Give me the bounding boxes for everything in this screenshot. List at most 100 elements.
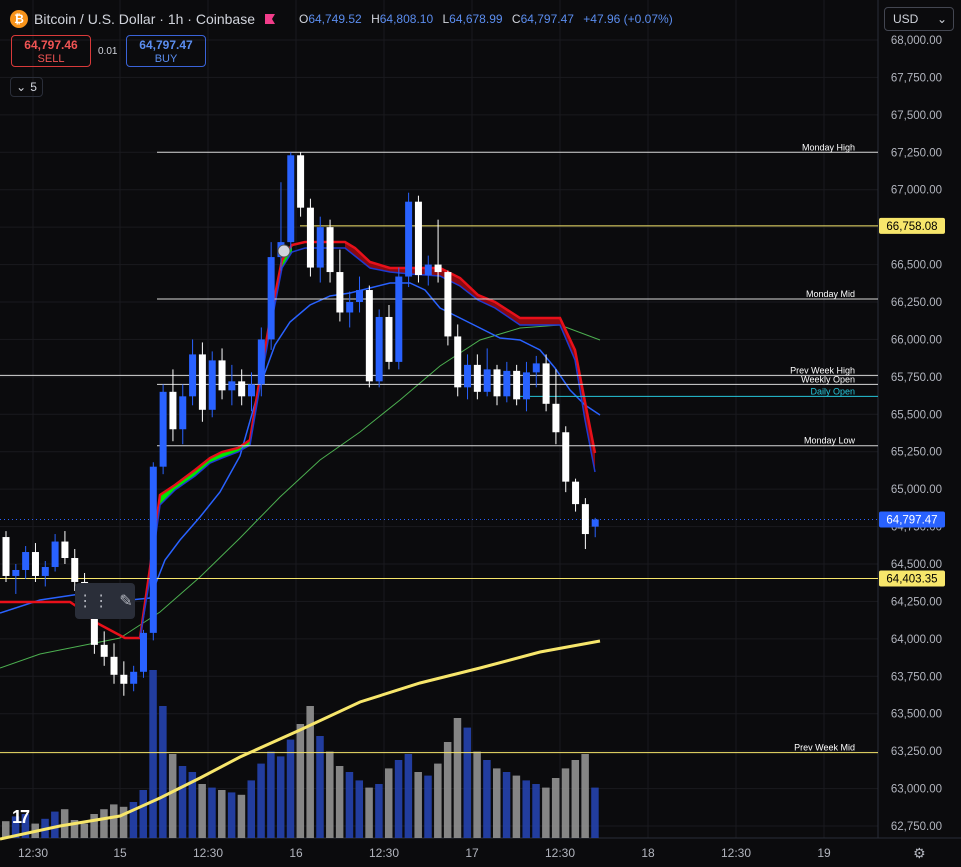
volume-bar bbox=[218, 790, 226, 838]
candle-body bbox=[375, 316, 383, 382]
candle-body bbox=[248, 384, 255, 397]
volume-bar bbox=[493, 768, 501, 838]
volume-bar bbox=[414, 772, 422, 838]
volume-bar bbox=[335, 766, 344, 838]
candle-body bbox=[444, 272, 452, 337]
volume-bar bbox=[463, 727, 472, 838]
candle-body bbox=[385, 316, 393, 362]
candle-body bbox=[22, 552, 30, 570]
level-label: Weekly Open bbox=[801, 374, 855, 384]
price-tick: 63,750.00 bbox=[891, 671, 942, 683]
price-tick: 62,750.00 bbox=[891, 821, 942, 833]
volume-bar bbox=[551, 778, 560, 838]
volume-bar bbox=[434, 763, 442, 838]
volume-bar bbox=[365, 787, 373, 838]
price-tick: 68,000.00 bbox=[891, 35, 942, 47]
volume-bar bbox=[581, 754, 589, 838]
price-tick: 63,500.00 bbox=[891, 709, 942, 721]
candle-body bbox=[552, 403, 560, 433]
currency-select[interactable]: USD ⌄ bbox=[884, 7, 954, 31]
indicators-toggle[interactable]: ⌄ 5 bbox=[10, 77, 43, 97]
candle-body bbox=[257, 339, 265, 385]
price-tick: 63,000.00 bbox=[891, 784, 942, 796]
price-chart[interactable]: Monday HighMonday MidPrev Week HighWeekl… bbox=[0, 0, 961, 867]
drag-handle-icon[interactable]: ⋮⋮ bbox=[77, 591, 109, 611]
volume-bar bbox=[90, 814, 98, 838]
candle-body bbox=[31, 552, 39, 576]
volume-bar bbox=[345, 772, 354, 838]
candle-body bbox=[130, 671, 138, 684]
candle-body bbox=[139, 632, 147, 672]
sell-button[interactable]: 64,797.46 SELL bbox=[11, 35, 91, 67]
alert-clock-icon bbox=[277, 244, 291, 258]
flag-icon[interactable] bbox=[264, 14, 275, 24]
volume-bar bbox=[159, 706, 167, 838]
level-price-label: 66,758.08 bbox=[886, 221, 937, 233]
price-tick: 64,500.00 bbox=[891, 559, 942, 571]
candle-body bbox=[572, 481, 580, 505]
time-tick: 18 bbox=[641, 846, 655, 860]
volume-bar bbox=[227, 792, 236, 838]
volume-bar bbox=[384, 768, 393, 838]
symbol-header[interactable]: ₿ Bitcoin / U.S. Dollar · 1h · Coinbase … bbox=[10, 9, 673, 29]
volume-bar bbox=[424, 775, 432, 838]
candle-body bbox=[424, 264, 432, 276]
time-tick: 15 bbox=[113, 846, 127, 860]
price-tick: 66,250.00 bbox=[891, 297, 942, 309]
brush-icon[interactable]: ✎ bbox=[119, 591, 132, 611]
candle-body bbox=[562, 432, 570, 482]
candle-body bbox=[522, 372, 530, 400]
candle-body bbox=[169, 391, 177, 430]
candle-body bbox=[267, 257, 275, 340]
volume-bar bbox=[168, 754, 177, 838]
candle-body bbox=[532, 363, 540, 373]
candle-body bbox=[110, 656, 118, 675]
volume-bar bbox=[453, 718, 462, 838]
price-tick: 64,000.00 bbox=[891, 634, 942, 646]
volume-bar bbox=[51, 811, 59, 838]
volume-bar bbox=[208, 787, 216, 838]
candle-body bbox=[228, 381, 236, 391]
candle-body bbox=[356, 290, 364, 302]
tradingview-logo-icon[interactable]: 17 bbox=[12, 807, 48, 829]
volume-bar bbox=[571, 760, 580, 838]
price-tick: 66,500.00 bbox=[891, 260, 942, 272]
chevron-down-icon: ⌄ bbox=[936, 12, 947, 26]
candle-body bbox=[365, 290, 373, 382]
symbol-title[interactable]: Bitcoin / U.S. Dollar · 1h · Coinbase bbox=[34, 11, 255, 27]
time-tick: 19 bbox=[817, 846, 831, 860]
candle-body bbox=[71, 558, 79, 582]
candle-body bbox=[306, 207, 314, 268]
buy-button[interactable]: 64,797.47 BUY bbox=[126, 35, 206, 67]
volume-bar bbox=[257, 763, 265, 838]
volume-bar bbox=[404, 754, 413, 838]
volume-bar bbox=[267, 751, 275, 838]
volume-bar bbox=[473, 751, 481, 838]
candle-body bbox=[12, 569, 20, 576]
volume-bar bbox=[443, 742, 452, 838]
candle-body bbox=[346, 302, 354, 313]
price-tick: 65,250.00 bbox=[891, 447, 942, 459]
candle-body bbox=[159, 391, 167, 467]
price-tick: 67,250.00 bbox=[891, 147, 942, 159]
volume-bar bbox=[375, 784, 383, 838]
level-label: Daily Open bbox=[810, 386, 855, 396]
volume-bar bbox=[247, 780, 255, 838]
candle-body bbox=[464, 364, 472, 388]
candle-body bbox=[189, 354, 197, 397]
level-label: Monday Mid bbox=[806, 289, 855, 299]
volume-bar bbox=[355, 780, 364, 838]
last-price-label: 64,797.47 bbox=[886, 514, 937, 526]
volume-bar bbox=[139, 790, 147, 838]
ohlc-values: O64,749.52 H64,808.10 L64,678.99 C64,797… bbox=[298, 12, 673, 26]
candle-body bbox=[434, 264, 442, 273]
gear-icon[interactable]: ⚙ bbox=[913, 845, 929, 861]
volume-bar bbox=[110, 804, 118, 838]
time-tick: 12:30 bbox=[721, 846, 751, 860]
candle-body bbox=[414, 201, 422, 276]
candle-body bbox=[238, 381, 246, 397]
candle-body bbox=[179, 396, 187, 430]
bitcoin-icon: ₿ bbox=[10, 10, 28, 28]
drawing-toolbar[interactable]: ⋮⋮ ✎ bbox=[75, 583, 135, 619]
time-tick: 12:30 bbox=[18, 846, 48, 860]
